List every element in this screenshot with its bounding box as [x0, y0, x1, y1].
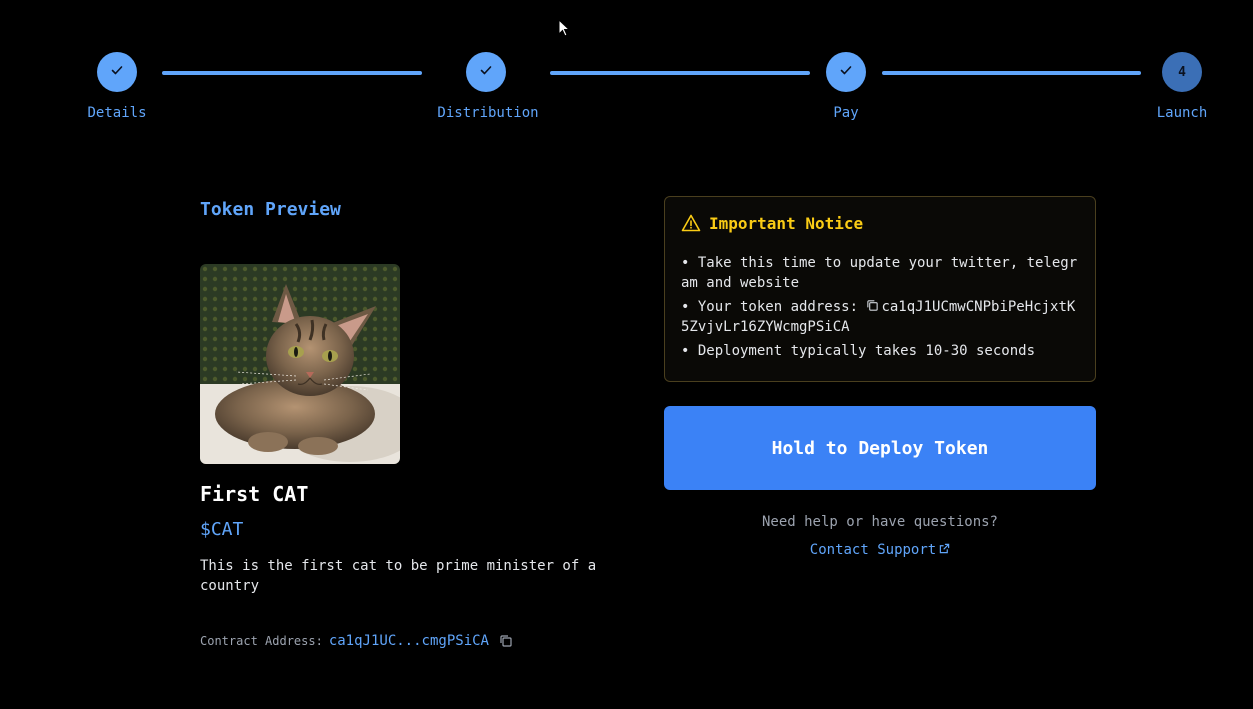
help-text: Need help or have questions?	[761, 514, 998, 530]
important-notice-panel: Important Notice • Take this time to upd…	[664, 196, 1096, 382]
notice-title: Important Notice	[709, 213, 864, 233]
check-icon	[478, 62, 494, 82]
notice-item-text: • Deployment typically takes 10-30 secon…	[681, 343, 1036, 359]
contact-support-link[interactable]: Contact Support	[664, 542, 1096, 558]
hold-to-deploy-button[interactable]: Hold to Deploy Token	[664, 406, 1096, 490]
notice-list: • Take this time to update your twitter,…	[681, 253, 1079, 361]
notice-item-text: • Take this time to update your twitter,…	[681, 255, 1078, 291]
step-number: 4	[1178, 64, 1186, 80]
copy-icon[interactable]	[499, 634, 513, 648]
token-preview-title: Token Preview	[200, 199, 341, 220]
token-image	[200, 264, 400, 464]
notice-item: • Deployment typically takes 10-30 secon…	[681, 341, 1079, 361]
warning-icon	[681, 213, 701, 233]
step-label-details[interactable]: Details	[87, 105, 146, 121]
step-label-launch[interactable]: Launch	[1157, 105, 1208, 121]
step-launch-circle[interactable]: 4	[1162, 52, 1202, 92]
check-icon	[109, 62, 125, 82]
contract-address-label: Contract Address:	[200, 634, 323, 648]
token-name: First CAT	[200, 482, 309, 506]
step-distribution-circle[interactable]	[466, 52, 506, 92]
notice-item: • Your token address: ca1qJ1UCmwCNPbiPeH…	[681, 297, 1079, 337]
step-connector	[550, 71, 810, 75]
step-label-pay[interactable]: Pay	[833, 105, 858, 121]
contract-address-value[interactable]: ca1qJ1UC...cmgPSiCA	[329, 633, 489, 649]
external-link-icon	[939, 543, 950, 554]
step-details-circle[interactable]	[97, 52, 137, 92]
step-connector	[162, 71, 422, 75]
copy-icon[interactable]	[866, 299, 879, 312]
notice-item: • Take this time to update your twitter,…	[681, 253, 1079, 293]
contract-address-row: Contract Address: ca1qJ1UC...cmgPSiCA	[200, 633, 513, 649]
step-connector	[882, 71, 1141, 75]
token-description: This is the first cat to be prime minist…	[200, 558, 597, 594]
notice-item-text: • Your token address:	[681, 299, 867, 315]
check-icon	[838, 62, 854, 82]
step-pay-circle[interactable]	[826, 52, 866, 92]
notice-header: Important Notice	[681, 213, 1079, 233]
step-label-distribution[interactable]: Distribution	[437, 105, 538, 121]
mouse-cursor-icon	[558, 18, 571, 37]
contact-support-label[interactable]: Contact Support	[810, 542, 936, 558]
token-symbol: $CAT	[200, 519, 244, 540]
progress-stepper: 4 Details Distribution Pay Launch	[0, 0, 1253, 140]
